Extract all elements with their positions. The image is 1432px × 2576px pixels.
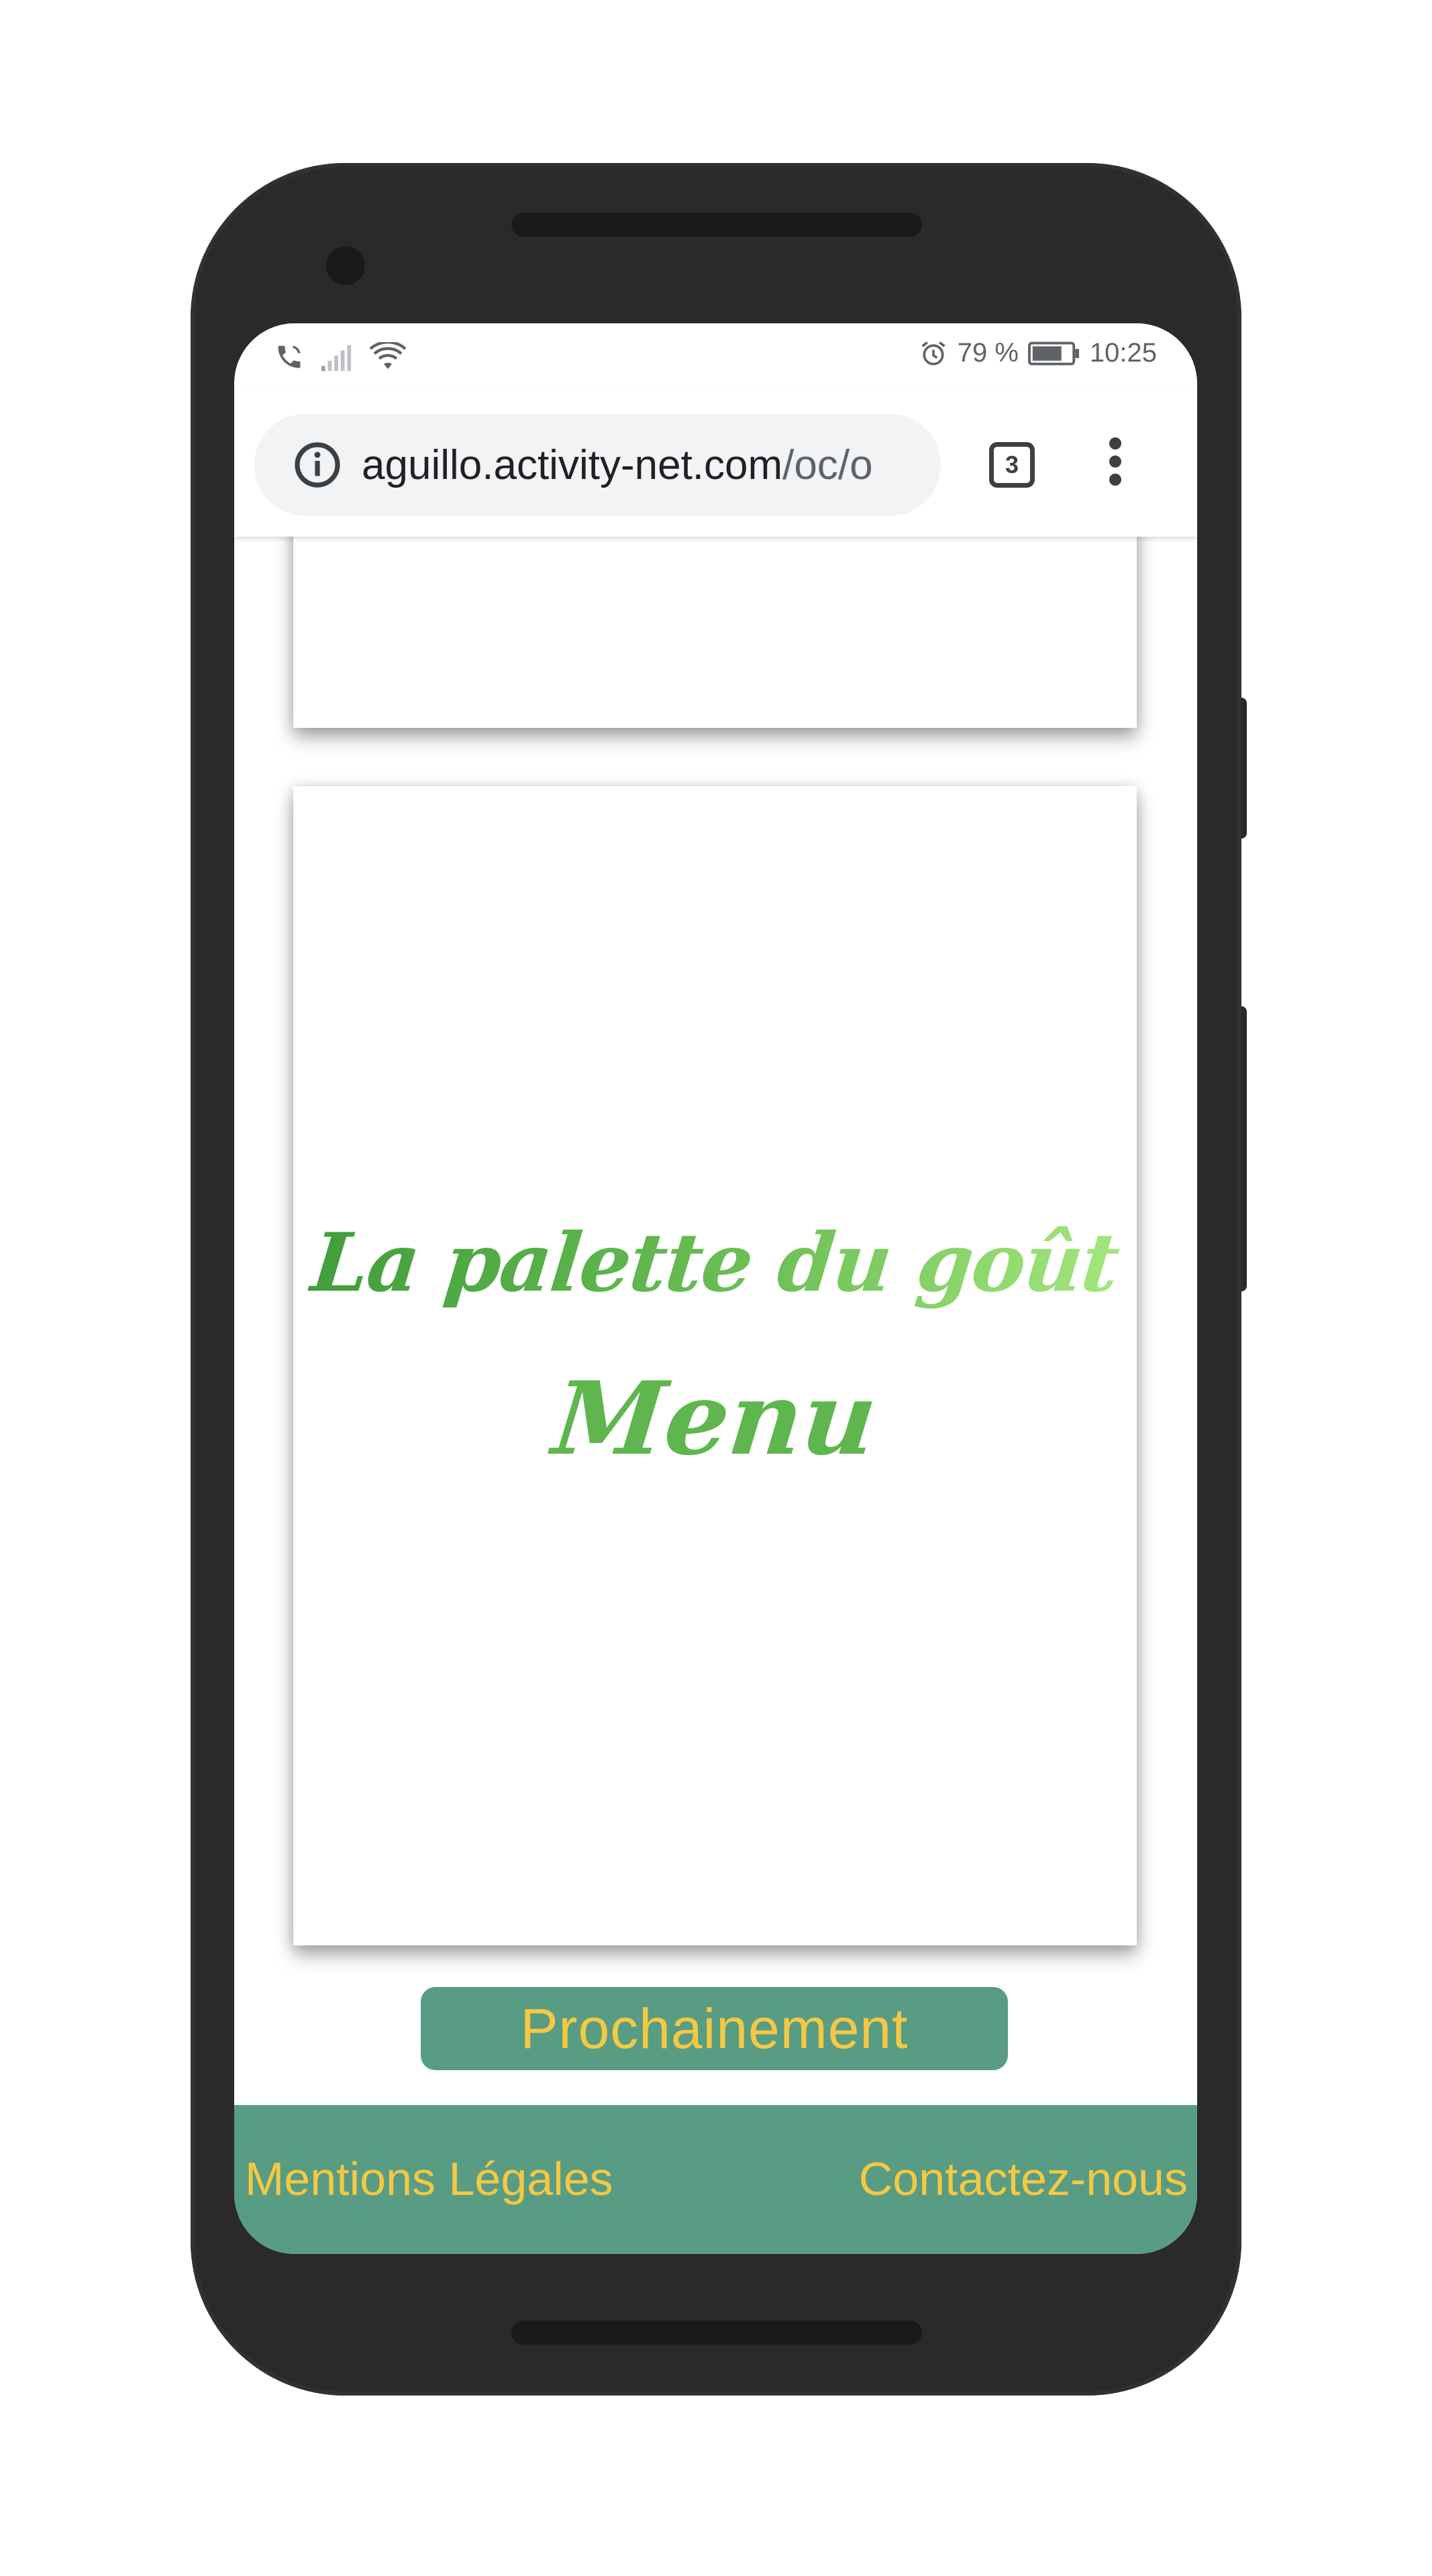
url-text[interactable]: aguillo.activity-net.com/oc/o xyxy=(362,441,873,489)
overflow-menu-icon[interactable] xyxy=(1105,437,1125,491)
earpiece-speaker xyxy=(511,213,922,237)
browser-toolbar: aguillo.activity-net.com/oc/o 3 xyxy=(234,390,1197,537)
wifi-calling-icon xyxy=(278,345,301,368)
status-icons-left xyxy=(274,342,406,372)
coming-soon-button[interactable]: Prochainement xyxy=(421,1987,1008,2070)
clock: 10:25 xyxy=(1089,338,1157,368)
previous-card xyxy=(293,510,1137,728)
menu-card[interactable]: La palette du goût Menu xyxy=(293,786,1137,1945)
status-icons-right: 79 % 10:25 xyxy=(919,338,1157,368)
front-camera xyxy=(326,246,365,285)
status-bar: 79 % 10:25 xyxy=(234,323,1197,390)
bottom-speaker xyxy=(511,2320,922,2345)
tab-count: 3 xyxy=(1005,451,1019,478)
stage: 79 % 10:25 aguillo.activity-net.com/oc/o xyxy=(0,0,1432,2576)
menu-card-subtitle: Menu xyxy=(548,1360,882,1478)
alarm-icon xyxy=(921,341,945,365)
address-bar[interactable]: aguillo.activity-net.com/oc/o xyxy=(254,414,941,516)
phone-screen: 79 % 10:25 aguillo.activity-net.com/oc/o xyxy=(234,323,1197,2254)
url-host: aguillo.activity-net.com xyxy=(362,441,783,488)
page-content: La palette du goût Menu Prochainement xyxy=(234,510,1197,2100)
battery-percent: 79 % xyxy=(957,338,1019,368)
legal-notice-link[interactable]: Mentions Légales xyxy=(245,2152,613,2206)
menu-card-title: La palette du goût xyxy=(289,1216,1142,1310)
wifi-icon xyxy=(370,342,406,369)
signal-icon xyxy=(321,345,352,372)
battery-icon xyxy=(1027,341,1079,366)
footer: Mentions Légales Contactez-nous xyxy=(234,2105,1197,2254)
url-path: /oc/o xyxy=(782,441,873,488)
info-icon[interactable] xyxy=(293,441,342,489)
tab-switcher-icon[interactable]: 3 xyxy=(989,442,1035,488)
contact-link[interactable]: Contactez-nous xyxy=(859,2152,1188,2206)
